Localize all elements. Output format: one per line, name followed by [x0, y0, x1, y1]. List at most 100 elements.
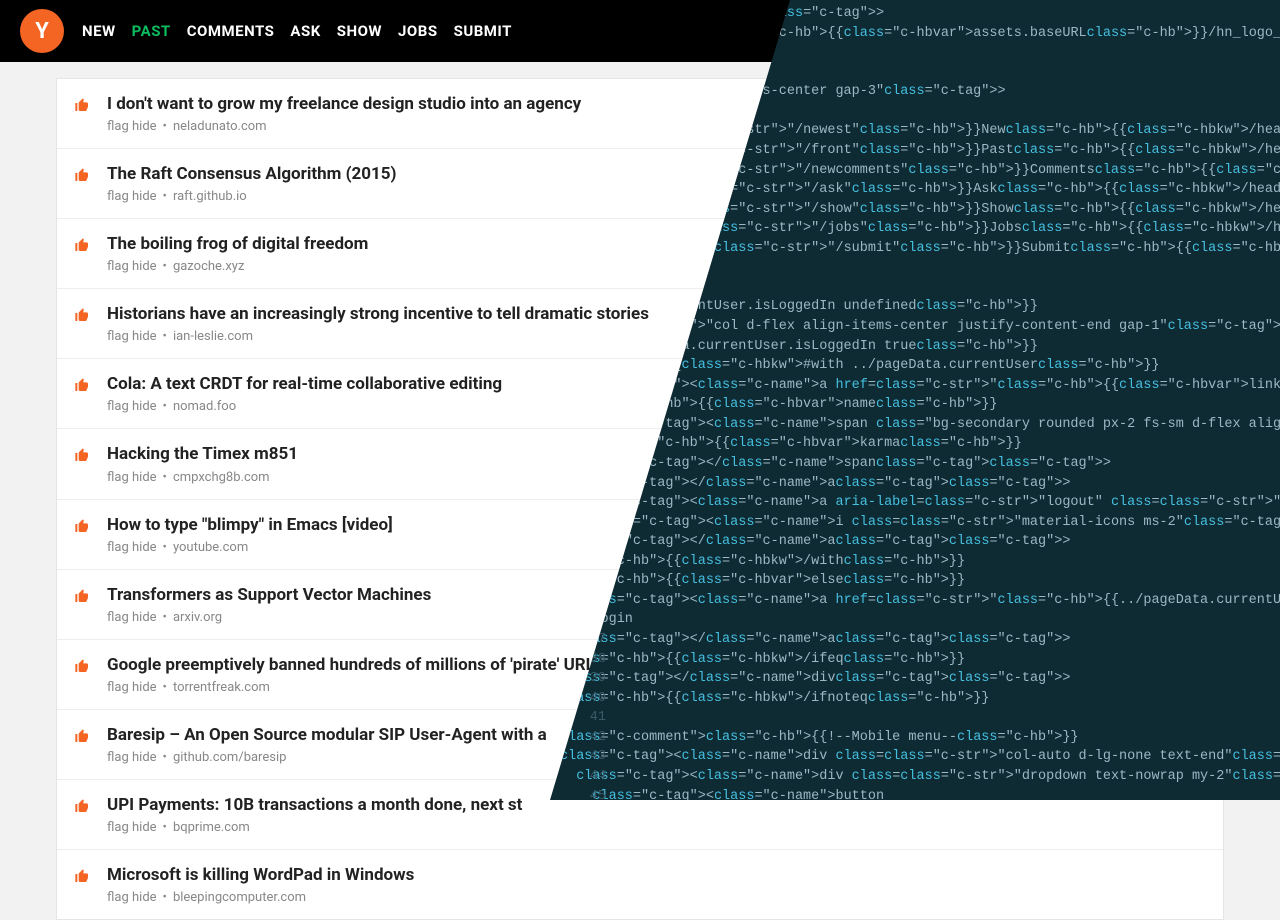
separator-dot: •	[163, 259, 167, 274]
story-domain[interactable]: arxiv.org	[173, 610, 222, 625]
story-body: UPI Payments: 10B transactions a month d…	[107, 794, 1207, 835]
thumbs-up-icon[interactable]	[73, 868, 91, 888]
code-line: class="c-tag"></class="c-name">aclass="c…	[560, 474, 1280, 494]
nav-item-past[interactable]: PAST	[132, 22, 171, 40]
story-domain[interactable]: bqprime.com	[173, 820, 250, 835]
story-domain[interactable]: torrentfreak.com	[173, 680, 270, 695]
separator-dot: •	[163, 540, 167, 555]
separator-dot: •	[163, 820, 167, 835]
code-line: class="c-tag"><class="c-name">div class=…	[560, 747, 1280, 767]
story-domain[interactable]: cmpxchg8b.com	[173, 470, 270, 485]
story-domain[interactable]: ian-leslie.com	[173, 329, 253, 344]
story-domain[interactable]: raft.github.io	[173, 189, 247, 204]
gutter-line-number: 43	[578, 747, 606, 767]
thumbs-up-icon[interactable]	[73, 447, 91, 467]
separator-dot: •	[163, 470, 167, 485]
nav-item-new[interactable]: NEW	[82, 22, 116, 40]
flag-link[interactable]: flag	[107, 470, 129, 485]
story-domain[interactable]: gazoche.xyz	[173, 259, 244, 274]
separator-dot: •	[163, 119, 167, 134]
flag-link[interactable]: flag	[107, 540, 129, 555]
hide-link[interactable]: hide	[132, 540, 157, 555]
gutter-line-number: 45	[578, 787, 606, 801]
separator-dot: •	[163, 329, 167, 344]
code-line: class="c-tag"></class="c-name">divclass=…	[560, 669, 1280, 689]
thumbs-up-icon[interactable]	[73, 658, 91, 678]
flag-link[interactable]: flag	[107, 610, 129, 625]
code-line: class="c-tag"></class="c-name">aclass="c…	[560, 630, 1280, 650]
code-line: class="c-hb">{{class="c-hbkw">/ifnoteqcl…	[560, 689, 1280, 709]
hide-link[interactable]: hide	[132, 119, 157, 134]
thumbs-up-icon[interactable]	[73, 377, 91, 397]
hide-link[interactable]: hide	[132, 189, 157, 204]
story-title[interactable]: Microsoft is killing WordPad in Windows	[107, 864, 1207, 886]
nav-item-jobs[interactable]: JOBS	[398, 22, 438, 40]
thumbs-up-icon[interactable]	[73, 307, 91, 327]
hide-link[interactable]: hide	[132, 890, 157, 905]
hide-link[interactable]: hide	[132, 329, 157, 344]
code-line: class="c-tag"><class="c-name">span class…	[560, 415, 1280, 435]
flag-link[interactable]: flag	[107, 750, 129, 765]
hide-link[interactable]: hide	[132, 820, 157, 835]
separator-dot: •	[163, 680, 167, 695]
code-line: class="c-hb">{{class="c-hbkw">/ifeqclass…	[560, 650, 1280, 670]
code-line	[560, 708, 1280, 728]
code-line: class="c-tag"><class="c-name">div class=…	[560, 767, 1280, 787]
code-line: class="c-comment">class="c-hb">{{!--Mobi…	[560, 728, 1280, 748]
gutter-line-number: 44	[578, 767, 606, 787]
hide-link[interactable]: hide	[132, 680, 157, 695]
nav-item-submit[interactable]: SUBMIT	[454, 22, 512, 40]
story-domain[interactable]: github.com/baresip	[173, 750, 286, 765]
hide-link[interactable]: hide	[132, 399, 157, 414]
thumbs-up-icon[interactable]	[73, 798, 91, 818]
hide-link[interactable]: hide	[132, 750, 157, 765]
flag-link[interactable]: flag	[107, 680, 129, 695]
logo-letter: Y	[35, 19, 49, 44]
flag-link[interactable]: flag	[107, 329, 129, 344]
thumbs-up-icon[interactable]	[73, 728, 91, 748]
separator-dot: •	[163, 189, 167, 204]
separator-dot: •	[163, 399, 167, 414]
nav-item-show[interactable]: SHOW	[337, 22, 382, 40]
flag-link[interactable]: flag	[107, 890, 129, 905]
thumbs-up-icon[interactable]	[73, 588, 91, 608]
logo-hn[interactable]: Y	[20, 9, 64, 53]
nav-item-comments[interactable]: COMMENTS	[187, 22, 275, 40]
code-line: class="c-hb">{{class="c-hbvar">karmaclas…	[560, 434, 1280, 454]
flag-link[interactable]: flag	[107, 399, 129, 414]
code-line: class="c-hb">{{class="c-hbvar">elseclass…	[560, 571, 1280, 591]
nav-item-ask[interactable]: ASK	[290, 22, 320, 40]
story-body: Microsoft is killing WordPad in Windows f…	[107, 864, 1207, 905]
code-line: class="c-tag"><class="c-name">a href=cla…	[560, 591, 1280, 611]
flag-link[interactable]: flag	[107, 820, 129, 835]
flag-link[interactable]: flag	[107, 259, 129, 274]
code-line: Login	[560, 610, 1280, 630]
thumbs-up-icon[interactable]	[73, 97, 91, 117]
code-line: class="c-tag"><class="c-name">i class=cl…	[560, 513, 1280, 533]
story-row: Microsoft is killing WordPad in Windows f…	[57, 850, 1223, 919]
story-domain[interactable]: neladunato.com	[173, 119, 267, 134]
hide-link[interactable]: hide	[132, 470, 157, 485]
code-line: class="c-hb">{{class="c-hbkw">/withclass…	[560, 552, 1280, 572]
separator-dot: •	[163, 890, 167, 905]
thumbs-up-icon[interactable]	[73, 167, 91, 187]
flag-link[interactable]: flag	[107, 189, 129, 204]
separator-dot: •	[163, 610, 167, 625]
hide-link[interactable]: hide	[132, 610, 157, 625]
story-meta: flag hide • bqprime.com	[107, 820, 1207, 835]
hide-link[interactable]: hide	[132, 259, 157, 274]
code-line: class="c-tag"></class="c-name">aclass="c…	[560, 532, 1280, 552]
thumbs-up-icon[interactable]	[73, 237, 91, 257]
code-line: class="c-tag"></class="c-name">spanclass…	[560, 454, 1280, 474]
gutter-line-number: 42	[578, 728, 606, 748]
thumbs-up-icon[interactable]	[73, 518, 91, 538]
story-meta: flag hide • bleepingcomputer.com	[107, 890, 1207, 905]
gutter-line-number: 41	[578, 708, 606, 728]
story-domain[interactable]: youtube.com	[173, 540, 248, 555]
flag-link[interactable]: flag	[107, 119, 129, 134]
story-domain[interactable]: nomad.foo	[173, 399, 236, 414]
code-line: class="c-tag"><class="c-name">a aria-lab…	[560, 493, 1280, 513]
separator-dot: •	[163, 750, 167, 765]
story-domain[interactable]: bleepingcomputer.com	[173, 890, 306, 905]
main-nav: NEW PAST COMMENTS ASK SHOW JOBS SUBMIT	[82, 22, 512, 40]
